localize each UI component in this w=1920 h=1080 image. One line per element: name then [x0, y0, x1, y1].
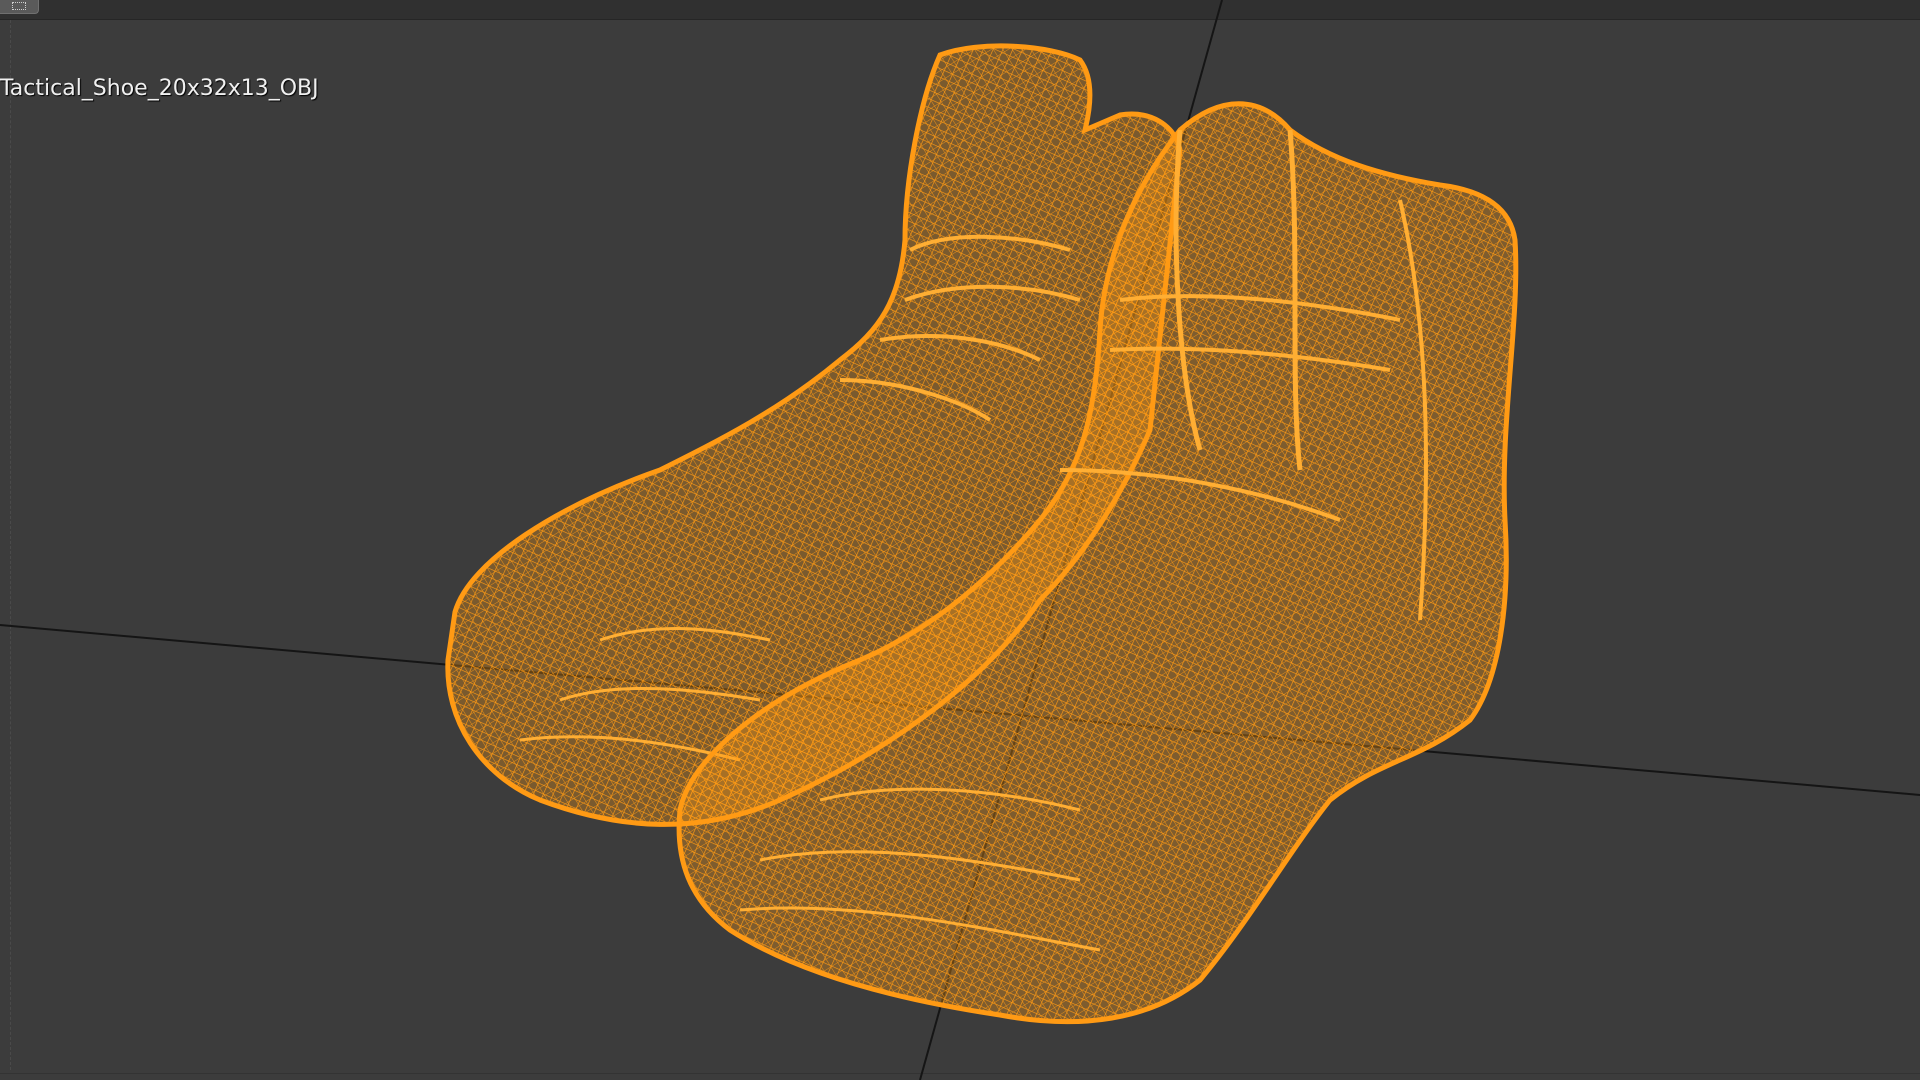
object-name-label: Tactical_Shoe_20x32x13_OBJ — [0, 76, 319, 101]
blender-window: Tactical_Shoe_20x32x13_OBJ — [0, 0, 1920, 1080]
scene-canvas[interactable] — [0, 0, 1920, 1080]
